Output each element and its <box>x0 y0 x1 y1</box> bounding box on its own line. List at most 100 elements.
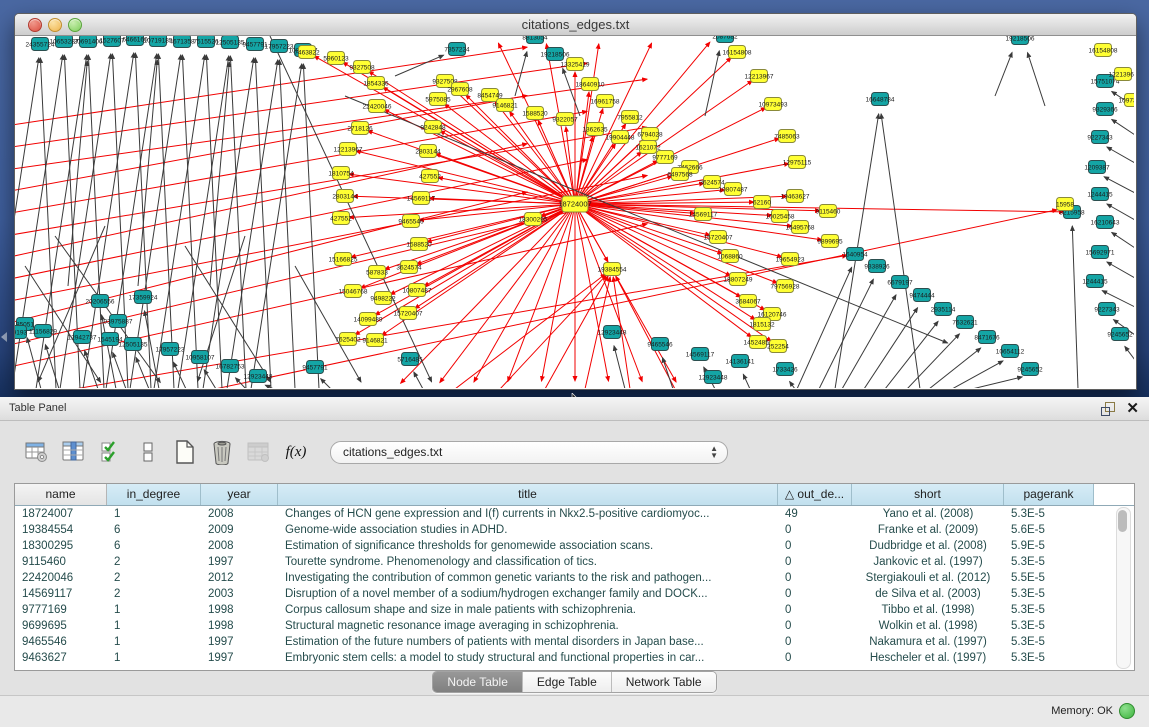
table-row[interactable]: 946362711997Embryonic stem cells: a mode… <box>15 650 1134 666</box>
new-file-icon[interactable] <box>172 439 198 465</box>
table-row[interactable]: 977716911998Corpus callosum shape and si… <box>15 602 1134 618</box>
network-node[interactable]: 9245652 <box>1107 328 1133 341</box>
network-node[interactable]: 19904448 <box>606 131 635 144</box>
network-node[interactable]: 10025458 <box>766 210 795 223</box>
network-node[interactable]: 79756928 <box>771 280 800 293</box>
network-node[interactable]: 15720407 <box>704 231 733 244</box>
network-node[interactable]: 14569117 <box>686 348 715 361</box>
close-panel-icon[interactable]: ✕ <box>1126 399 1139 417</box>
table-settings-icon[interactable] <box>24 439 50 465</box>
network-node[interactable]: 1588520 <box>406 238 432 251</box>
network-node[interactable]: 12942737 <box>68 331 97 344</box>
column-header-6[interactable]: pagerank <box>1004 484 1094 505</box>
network-node[interactable]: 9322057 <box>552 113 578 126</box>
network-node[interactable]: 1244415 <box>1087 188 1113 201</box>
network-node[interactable]: 9329366 <box>1092 103 1118 116</box>
network-node[interactable]: 22420046 <box>363 100 392 113</box>
network-node[interactable]: 5975085 <box>425 93 451 106</box>
float-panel-icon[interactable] <box>1101 402 1115 415</box>
network-node[interactable]: 15720407 <box>394 307 423 320</box>
network-node[interactable]: 1244415 <box>1082 275 1108 288</box>
network-node[interactable]: 7632621 <box>952 316 978 329</box>
network-view[interactable]: 2435572410653287206914061527607646616010… <box>15 36 1134 388</box>
network-node[interactable]: 10973493 <box>1119 94 1134 107</box>
network-node[interactable]: 14569117 <box>407 192 436 205</box>
network-node[interactable]: 16210643 <box>1091 216 1120 229</box>
network-node[interactable]: 1733426 <box>772 363 798 376</box>
column-header-5[interactable]: short <box>852 484 1004 505</box>
table-row[interactable]: 969969511998Structural magnetic resonanc… <box>15 618 1134 634</box>
network-node[interactable]: 9474444 <box>909 289 935 302</box>
network-node[interactable]: 19218506 <box>541 48 570 61</box>
network-node[interactable]: 4671358 <box>169 36 195 48</box>
network-node[interactable]: 7357224 <box>444 43 470 56</box>
tab-network-table[interactable]: Network Table <box>612 672 716 692</box>
vertical-scrollbar[interactable] <box>1116 507 1131 669</box>
network-node[interactable]: 252254 <box>767 340 789 353</box>
network-node[interactable]: 16782753 <box>216 360 245 373</box>
table-selector-dropdown[interactable]: citations_edges.txt ▲▼ <box>330 441 728 464</box>
network-node[interactable]: 6794028 <box>637 128 663 141</box>
network-node[interactable]: 9115460 <box>816 205 841 218</box>
network-node[interactable]: 12213967 <box>745 70 774 83</box>
network-node[interactable]: 1588520 <box>522 107 548 120</box>
network-node[interactable]: 1362635 <box>582 123 608 136</box>
network-node[interactable]: 12213967 <box>334 143 363 156</box>
network-node[interactable]: 14136141 <box>726 355 755 368</box>
network-node[interactable]: 9465546 <box>398 215 424 228</box>
network-node[interactable]: 18724007 <box>558 196 591 212</box>
network-node[interactable]: 9146821 <box>492 99 518 112</box>
table-row[interactable]: 946554611997Estimation of the future num… <box>15 634 1134 650</box>
network-node[interactable]: 7485063 <box>774 130 800 143</box>
table-row[interactable]: 1830029562008Estimation of significance … <box>15 538 1134 554</box>
column-header-0[interactable]: name <box>15 484 107 505</box>
delete-icon[interactable] <box>209 439 235 465</box>
network-node[interactable]: 10654112 <box>996 345 1025 358</box>
table-row[interactable]: 911546021997Tourette syndrome. Phenomeno… <box>15 554 1134 570</box>
row-options-icon[interactable] <box>135 439 161 465</box>
network-node[interactable]: 9777169 <box>652 151 678 164</box>
minimize-window-button[interactable] <box>48 18 62 32</box>
scrollbar-thumb[interactable] <box>1118 510 1127 532</box>
table-row[interactable]: 1938455462009Genome-wide association stu… <box>15 522 1134 538</box>
network-node[interactable]: 2935114 <box>931 303 956 316</box>
column-visibility-icon[interactable] <box>61 439 87 465</box>
network-node[interactable]: 7955812 <box>617 111 643 124</box>
tab-node-table[interactable]: Node Table <box>433 672 523 692</box>
network-node[interactable]: 9457791 <box>302 361 328 374</box>
tab-edge-table[interactable]: Edge Table <box>523 672 612 692</box>
network-node[interactable]: 9327508 <box>349 61 375 74</box>
window-titlebar[interactable]: citations_edges.txt <box>15 14 1136 36</box>
network-node[interactable]: 5960123 <box>323 52 349 65</box>
network-node[interactable]: 16495768 <box>786 221 815 234</box>
column-header-1[interactable]: in_degree <box>107 484 201 505</box>
network-node[interactable]: 587833 <box>366 266 388 279</box>
close-window-button[interactable] <box>28 18 42 32</box>
table-row[interactable]: 1456911722003Disruption of a novel membe… <box>15 586 1134 602</box>
network-node[interactable]: 16154808 <box>723 46 752 59</box>
network-node[interactable]: 39193 <box>15 326 27 339</box>
network-node[interactable]: 10958107 <box>186 351 215 364</box>
network-node[interactable]: 20206556 <box>86 295 115 308</box>
network-node[interactable]: 9245652 <box>1017 363 1043 376</box>
network-node[interactable]: 1527607 <box>99 36 125 47</box>
network-node[interactable]: 12975115 <box>783 156 812 169</box>
network-node[interactable]: 15958 <box>1056 198 1074 211</box>
table-row[interactable]: 1872400712008Changes of HCN gene express… <box>15 506 1134 522</box>
network-node[interactable]: 1640954 <box>842 248 868 261</box>
network-node[interactable]: 12923448 <box>244 370 273 383</box>
table-row[interactable]: 2242004622012Investigating the contribut… <box>15 570 1134 586</box>
network-node[interactable]: 16648784 <box>866 93 895 106</box>
network-node[interactable]: 427552 <box>419 170 441 183</box>
network-node[interactable]: 15692971 <box>1086 246 1115 259</box>
network-node[interactable]: 2803144 <box>332 190 358 203</box>
network-node[interactable]: 19218506 <box>1006 36 1035 45</box>
column-header-4[interactable]: △ out_de... <box>778 484 852 505</box>
column-header-3[interactable]: title <box>278 484 778 505</box>
network-node[interactable]: 9227343 <box>1087 131 1113 144</box>
network-node[interactable]: 17957223 <box>156 343 185 356</box>
network-node[interactable]: 2718126 <box>347 122 373 135</box>
network-node[interactable]: 9227343 <box>1094 303 1120 316</box>
network-node[interactable]: 6679197 <box>887 276 913 289</box>
network-node[interactable]: 2087682 <box>712 36 738 43</box>
